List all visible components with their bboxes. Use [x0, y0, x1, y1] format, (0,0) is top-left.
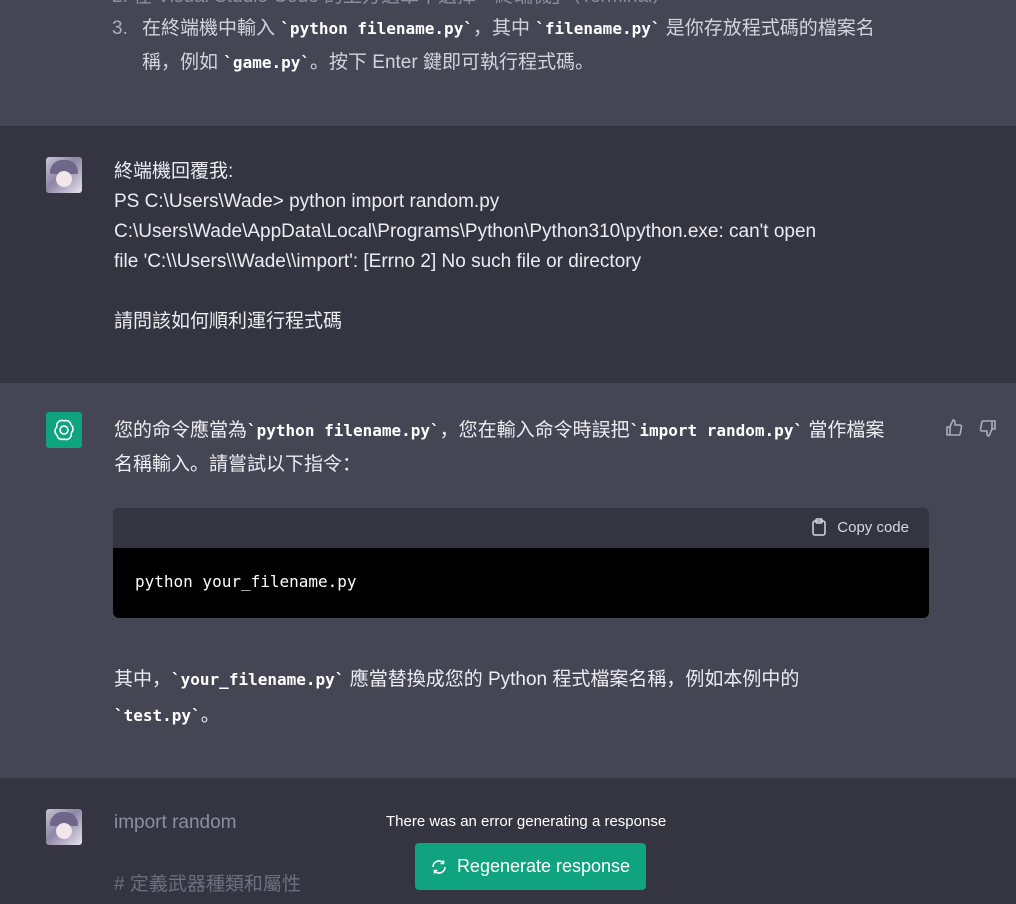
- clipboard-icon: [812, 518, 827, 536]
- regenerate-response-button[interactable]: Regenerate response: [415, 843, 646, 890]
- feedback-buttons: [944, 418, 998, 438]
- message-line: 終端機回覆我:: [114, 161, 234, 182]
- message-line: file 'C:\\Users\\Wade\\import': [Errno 2…: [114, 251, 642, 272]
- copy-code-label: Copy code: [837, 518, 909, 536]
- code-content: python your_filename.py: [135, 572, 357, 591]
- text: 。: [200, 705, 220, 726]
- inline-code: `python filename.py`: [247, 421, 440, 440]
- previous-assistant-message: 2. 在 Visual Studio Code 的上方選單中選擇「終端機」（Te…: [0, 0, 1016, 126]
- code-block: Copy code python your_filename.py: [113, 508, 929, 618]
- text: 稱，例如: [142, 52, 219, 73]
- message-line: C:\Users\Wade\AppData\Local\Programs\Pyt…: [114, 221, 817, 242]
- user-message-text: 終端機回覆我: PS C:\Users\Wade> python import …: [114, 157, 816, 337]
- user-avatar: [46, 809, 82, 845]
- thumbs-up-icon[interactable]: [944, 418, 964, 438]
- list-item-3-line2: 稱，例如 `game.py`。按下 Enter 鍵即可執行程式碼。: [142, 46, 594, 80]
- inline-code: `your_filename.py`: [171, 670, 345, 689]
- refresh-icon: [432, 859, 446, 874]
- text: ，您在輸入命令時誤把: [439, 420, 630, 441]
- code-block-header: Copy code: [113, 508, 929, 548]
- assistant-paragraph-2: 其中，`your_filename.py` 應當替換成您的 Python 程式檔…: [114, 665, 799, 731]
- thumbs-down-icon[interactable]: [978, 418, 998, 438]
- text: 當作檔案: [808, 420, 885, 441]
- error-message: There was an error generating a response: [386, 813, 667, 830]
- regenerate-response-label: Regenerate response: [456, 856, 631, 876]
- user-message-2-line2: # 定義武器種類和屬性: [114, 874, 301, 895]
- text: 是你存放程式碼的檔案名: [665, 18, 875, 39]
- paragraph-line: 其中，`your_filename.py` 應當替換成您的 Python 程式檔…: [114, 665, 799, 695]
- copy-code-button[interactable]: Copy code: [811, 518, 909, 536]
- chatgpt-logo: [46, 412, 82, 448]
- inline-code: `python filename.py`: [280, 19, 473, 38]
- text: 。按下 Enter 鍵即可執行程式碼。: [310, 52, 594, 73]
- user-message-2-line1: import random: [114, 812, 237, 833]
- text: 其中，: [114, 669, 172, 690]
- list-item-3-line1: 在終端機中輸入 `python filename.py`，其中 `filenam…: [142, 12, 875, 46]
- text: ，其中: [472, 18, 530, 39]
- text: 在終端機中輸入: [142, 18, 276, 39]
- assistant-paragraph-1: 您的命令應當為`python filename.py`，您在輸入命令時誤把`im…: [114, 416, 884, 480]
- text: 您的命令應當為: [114, 420, 248, 441]
- message-line: 請問該如何順利運行程式碼: [114, 311, 343, 332]
- inline-code: `import random.py`: [629, 421, 804, 440]
- inline-code: `filename.py`: [535, 19, 661, 38]
- inline-code: `test.py`: [114, 706, 201, 725]
- inline-code: `game.py`: [223, 53, 310, 72]
- paragraph-line: `test.py`。: [114, 701, 799, 731]
- message-line: PS C:\Users\Wade> python import random.p…: [114, 191, 500, 212]
- paragraph-line: 您的命令應當為`python filename.py`，您在輸入命令時誤把`im…: [114, 416, 884, 446]
- text: 應當替換成您的 Python 程式檔案名稱，例如本例中的: [349, 669, 800, 690]
- user-avatar: [46, 157, 82, 193]
- list-number-3: 3.: [112, 18, 128, 39]
- user-message: 終端機回覆我: PS C:\Users\Wade> python import …: [0, 126, 1016, 384]
- paragraph-line: 名稱輸入。請嘗試以下指令：: [114, 454, 362, 475]
